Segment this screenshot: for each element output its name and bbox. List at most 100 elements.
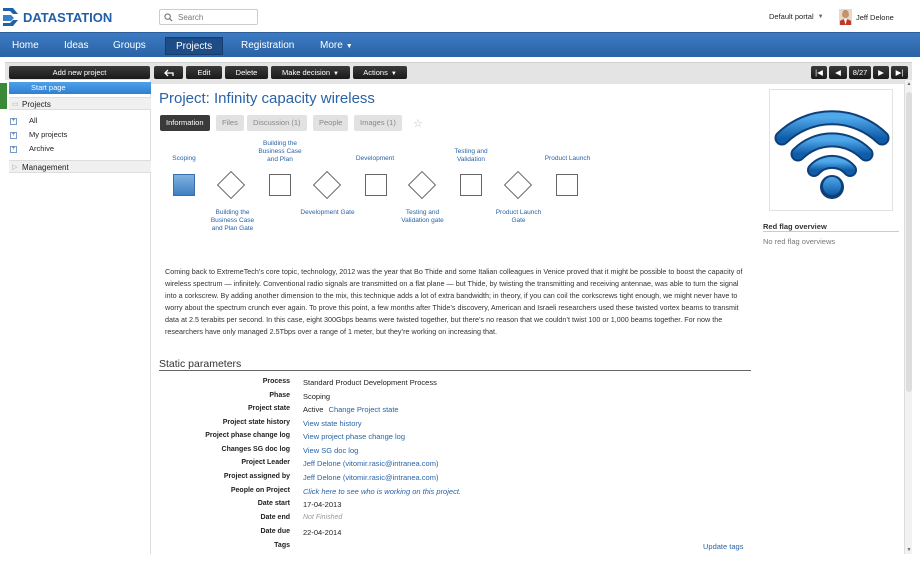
- sidebar-item-my-projects[interactable]: + My projects: [10, 130, 67, 140]
- change-project-state-link[interactable]: Change Project state: [329, 405, 399, 414]
- param-label: Project assigned by: [223, 473, 290, 480]
- gate-label-testing[interactable]: Testing and Validation gate: [395, 209, 450, 225]
- stage-label-launch[interactable]: Product Launch: [540, 155, 595, 163]
- gate-diamond-testing[interactable]: [407, 170, 437, 200]
- delete-button[interactable]: Delete: [225, 66, 268, 79]
- date-end-value: Not Finished: [303, 514, 343, 521]
- tab-people[interactable]: People: [313, 115, 349, 131]
- chevron-down-icon: ▼: [390, 71, 397, 77]
- search-input[interactable]: Search: [178, 13, 203, 22]
- favorite-star-icon[interactable]: ☆: [413, 117, 423, 130]
- expand-icon[interactable]: +: [10, 117, 17, 125]
- back-arrow-icon: [163, 69, 174, 77]
- param-label: Project phase change log: [205, 432, 290, 439]
- last-record-button[interactable]: ▶|: [891, 66, 908, 79]
- project-state-value: Active: [303, 405, 324, 414]
- project-leader-link[interactable]: Jeff Delone (vitomir.rasic@intranea.com): [303, 459, 438, 468]
- expand-icon[interactable]: +: [10, 131, 17, 139]
- stage-box-launch[interactable]: [556, 174, 578, 196]
- sidebar-section-projects[interactable]: ▭ Projects: [9, 97, 151, 110]
- nav-projects[interactable]: Projects: [165, 37, 224, 55]
- param-label: Project state history: [222, 419, 290, 426]
- prev-record-button[interactable]: ◀: [829, 66, 847, 79]
- nav-home[interactable]: Home: [2, 33, 49, 58]
- prev-arrow-icon: ◀: [835, 68, 841, 77]
- record-counter: 8/27: [849, 66, 871, 79]
- sidebar-section-management[interactable]: ▷ Management: [9, 160, 151, 173]
- scroll-thumb[interactable]: [906, 92, 912, 392]
- chevron-down-icon: ▼: [817, 13, 824, 20]
- stage-label-business-case[interactable]: Building the Business Case and Plan: [255, 140, 305, 164]
- chevron-down-icon: ▼: [345, 43, 353, 50]
- sidebar-collapse-handle[interactable]: [0, 83, 7, 109]
- nav-more[interactable]: More ▼: [310, 33, 363, 58]
- collapse-icon: ▭: [12, 101, 19, 108]
- next-arrow-icon: ▶: [878, 68, 884, 77]
- view-phase-change-log-link[interactable]: View project phase change log: [303, 432, 405, 441]
- gate-diamond-business-case[interactable]: [216, 170, 246, 200]
- gate-label-business-case[interactable]: Building the Business Case and Plan Gate: [205, 209, 260, 233]
- project-description: Coming back to ExtremeTech’s core topic,…: [165, 267, 743, 336]
- sidebar-item-label: Archive: [29, 144, 55, 153]
- actions-label: Actions: [363, 68, 388, 77]
- next-record-button[interactable]: ▶: [873, 66, 889, 79]
- page-title: Project: Infinity capacity wireless: [159, 90, 375, 107]
- user-menu[interactable]: Jeff Delone: [839, 9, 894, 25]
- stage-label-development[interactable]: Development: [350, 155, 400, 163]
- nav-ideas[interactable]: Ideas: [54, 33, 98, 58]
- project-image[interactable]: [769, 89, 893, 211]
- tab-images[interactable]: Images (1): [354, 115, 402, 131]
- sidebar-start-page[interactable]: Start page: [9, 82, 151, 94]
- wifi-icon: [774, 110, 890, 199]
- portal-selector[interactable]: Default portal ▼: [769, 12, 824, 21]
- gate-label-launch[interactable]: Product Launch Gate: [490, 209, 547, 225]
- first-icon: |◀: [815, 68, 823, 77]
- main-nav: Home Ideas Groups Projects Registration …: [0, 32, 920, 57]
- stage-box-testing[interactable]: [460, 174, 482, 196]
- param-label: People on Project: [230, 487, 290, 494]
- update-tags-link[interactable]: Update tags: [703, 542, 743, 551]
- param-label: Date start: [257, 500, 290, 507]
- view-state-history-link[interactable]: View state history: [303, 419, 362, 428]
- first-record-button[interactable]: |◀: [811, 66, 827, 79]
- scroll-up-icon[interactable]: ▲: [905, 80, 913, 88]
- param-value: Scoping: [303, 392, 331, 401]
- people-on-project-link[interactable]: Click here to see who is working on this…: [303, 487, 461, 496]
- add-new-project-button[interactable]: Add new project: [9, 66, 150, 79]
- sidebar-item-archive[interactable]: + Archive: [10, 144, 54, 154]
- date-due-value: 22-04-2014: [303, 528, 342, 537]
- view-sg-doc-log-link[interactable]: View SG doc log: [303, 446, 358, 455]
- nav-registration[interactable]: Registration: [231, 33, 304, 58]
- logo[interactable]: DATASTATION: [2, 4, 112, 30]
- chevron-down-icon: ▼: [333, 71, 339, 77]
- tab-files[interactable]: Files: [216, 115, 244, 131]
- stage-box-business-case[interactable]: [269, 174, 291, 196]
- red-flag-title: Red flag overview: [763, 222, 827, 231]
- expand-icon[interactable]: +: [10, 145, 17, 153]
- gate-diamond-launch[interactable]: [503, 170, 533, 200]
- gate-diamond-development[interactable]: [312, 170, 342, 200]
- actions-button[interactable]: Actions ▼: [353, 66, 407, 79]
- tab-discussion[interactable]: Discussion (1): [247, 115, 307, 131]
- sidebar-item-all[interactable]: + All: [10, 116, 37, 126]
- param-value: Active Change Project state: [303, 405, 399, 414]
- stage-label-testing[interactable]: Testing and Validation: [450, 148, 492, 164]
- sidebar-section-label: Management: [22, 163, 69, 172]
- nav-groups[interactable]: Groups: [103, 33, 156, 58]
- stage-box-development[interactable]: [365, 174, 387, 196]
- scrollbar[interactable]: ▲ ▼: [904, 80, 912, 554]
- back-button[interactable]: [154, 66, 183, 79]
- stage-box-scoping[interactable]: [173, 174, 195, 196]
- gate-label-development[interactable]: Development Gate: [300, 209, 355, 217]
- param-label: Date due: [260, 528, 290, 535]
- param-label: Tags: [274, 542, 290, 549]
- scroll-down-icon[interactable]: ▼: [905, 546, 913, 554]
- tab-information[interactable]: Information: [160, 115, 210, 131]
- make-decision-button[interactable]: Make decision ▼: [271, 66, 350, 79]
- search-box[interactable]: Search: [159, 9, 258, 25]
- param-label: Project state: [247, 405, 290, 412]
- project-assigned-by-link[interactable]: Jeff Delone (vitomir.rasic@intranea.com): [303, 473, 438, 482]
- edit-button[interactable]: Edit: [186, 66, 222, 79]
- nav-more-label: More: [320, 40, 343, 51]
- stage-label-scoping[interactable]: Scoping: [165, 155, 203, 163]
